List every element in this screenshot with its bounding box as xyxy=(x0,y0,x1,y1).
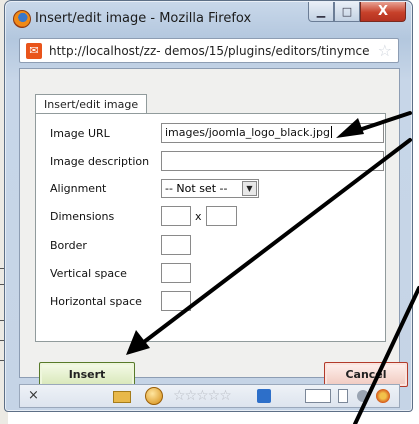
rating-stars-icon[interactable]: ☆☆☆☆☆ xyxy=(173,388,232,404)
image-description-label: Image description xyxy=(50,155,150,168)
flash-icon[interactable] xyxy=(145,387,163,405)
image-url-row: Image URL images/joomla_logo_black.jpg xyxy=(36,123,385,145)
tab-insert-edit-image[interactable]: Insert/edit image xyxy=(35,94,148,114)
image-url-label: Image URL xyxy=(50,127,110,140)
site-favicon-icon: ✉ xyxy=(26,43,42,59)
title-bar[interactable]: Insert/edit image - Mozilla Firefox ▁ □ … xyxy=(5,1,412,37)
folder-icon[interactable] xyxy=(113,391,131,403)
image-properties-panel: Image URL images/joomla_logo_black.jpg I… xyxy=(35,113,386,342)
bookmark-star-icon[interactable]: ☆ xyxy=(378,41,392,60)
maximize-icon: □ xyxy=(341,5,353,18)
url-text[interactable]: http://localhost/zz- demos/15/plugins/ed… xyxy=(49,44,376,58)
text-caret xyxy=(330,126,332,138)
alignment-select[interactable]: -- Not set -- ▼ xyxy=(161,179,259,198)
maximize-button[interactable]: □ xyxy=(334,2,360,22)
image-url-value: images/joomla_logo_black.jpg xyxy=(165,126,330,139)
status-bar: × ☆☆☆☆☆ xyxy=(19,384,400,408)
vertical-space-label: Vertical space xyxy=(50,267,127,280)
alignment-label: Alignment xyxy=(50,182,107,195)
extension-icon[interactable] xyxy=(376,389,390,403)
image-description-input[interactable] xyxy=(161,151,384,171)
height-input[interactable] xyxy=(206,206,237,226)
image-url-input[interactable]: images/joomla_logo_black.jpg xyxy=(161,123,384,143)
vertical-space-row: Vertical space xyxy=(36,263,385,285)
horizontal-space-input[interactable] xyxy=(161,291,191,311)
minimize-icon: ▁ xyxy=(316,5,326,18)
border-label: Border xyxy=(50,239,87,252)
alignment-selected-value: -- Not set -- xyxy=(165,182,228,195)
dimensions-label: Dimensions xyxy=(50,210,115,223)
border-input[interactable] xyxy=(161,235,191,255)
address-bar[interactable]: ✉ http://localhost/zz- demos/15/plugins/… xyxy=(19,38,399,63)
close-icon: X xyxy=(377,4,389,19)
image-description-row: Image description xyxy=(36,151,385,173)
window-controls: ▁ □ X xyxy=(308,2,406,22)
dimensions-separator: x xyxy=(195,210,202,223)
horizontal-space-row: Horizontal space xyxy=(36,291,385,313)
dropdown-arrow-icon[interactable] xyxy=(338,389,348,403)
toolbar-dropdown-icon[interactable] xyxy=(305,389,331,403)
addon-icon[interactable] xyxy=(257,389,271,403)
dialog-content: Insert/edit image Image URL images/jooml… xyxy=(19,68,408,387)
dropdown-arrow-icon[interactable]: ▼ xyxy=(242,181,257,196)
width-input[interactable] xyxy=(161,206,191,226)
minimize-button[interactable]: ▁ xyxy=(308,2,334,22)
close-addon-bar-icon[interactable]: × xyxy=(28,388,39,403)
vertical-space-input[interactable] xyxy=(161,263,191,283)
firefox-popup-window: Insert/edit image - Mozilla Firefox ▁ □ … xyxy=(4,0,413,412)
firefox-icon xyxy=(13,10,31,28)
alignment-row: Alignment -- Not set -- ▼ xyxy=(36,178,385,200)
dimensions-row: Dimensions x xyxy=(36,206,385,228)
close-window-button[interactable]: X xyxy=(360,2,406,22)
horizontal-space-label: Horizontal space xyxy=(50,295,142,308)
window-title: Insert/edit image - Mozilla Firefox xyxy=(35,11,252,26)
border-row: Border xyxy=(36,235,385,257)
tools-icon[interactable] xyxy=(357,390,369,402)
